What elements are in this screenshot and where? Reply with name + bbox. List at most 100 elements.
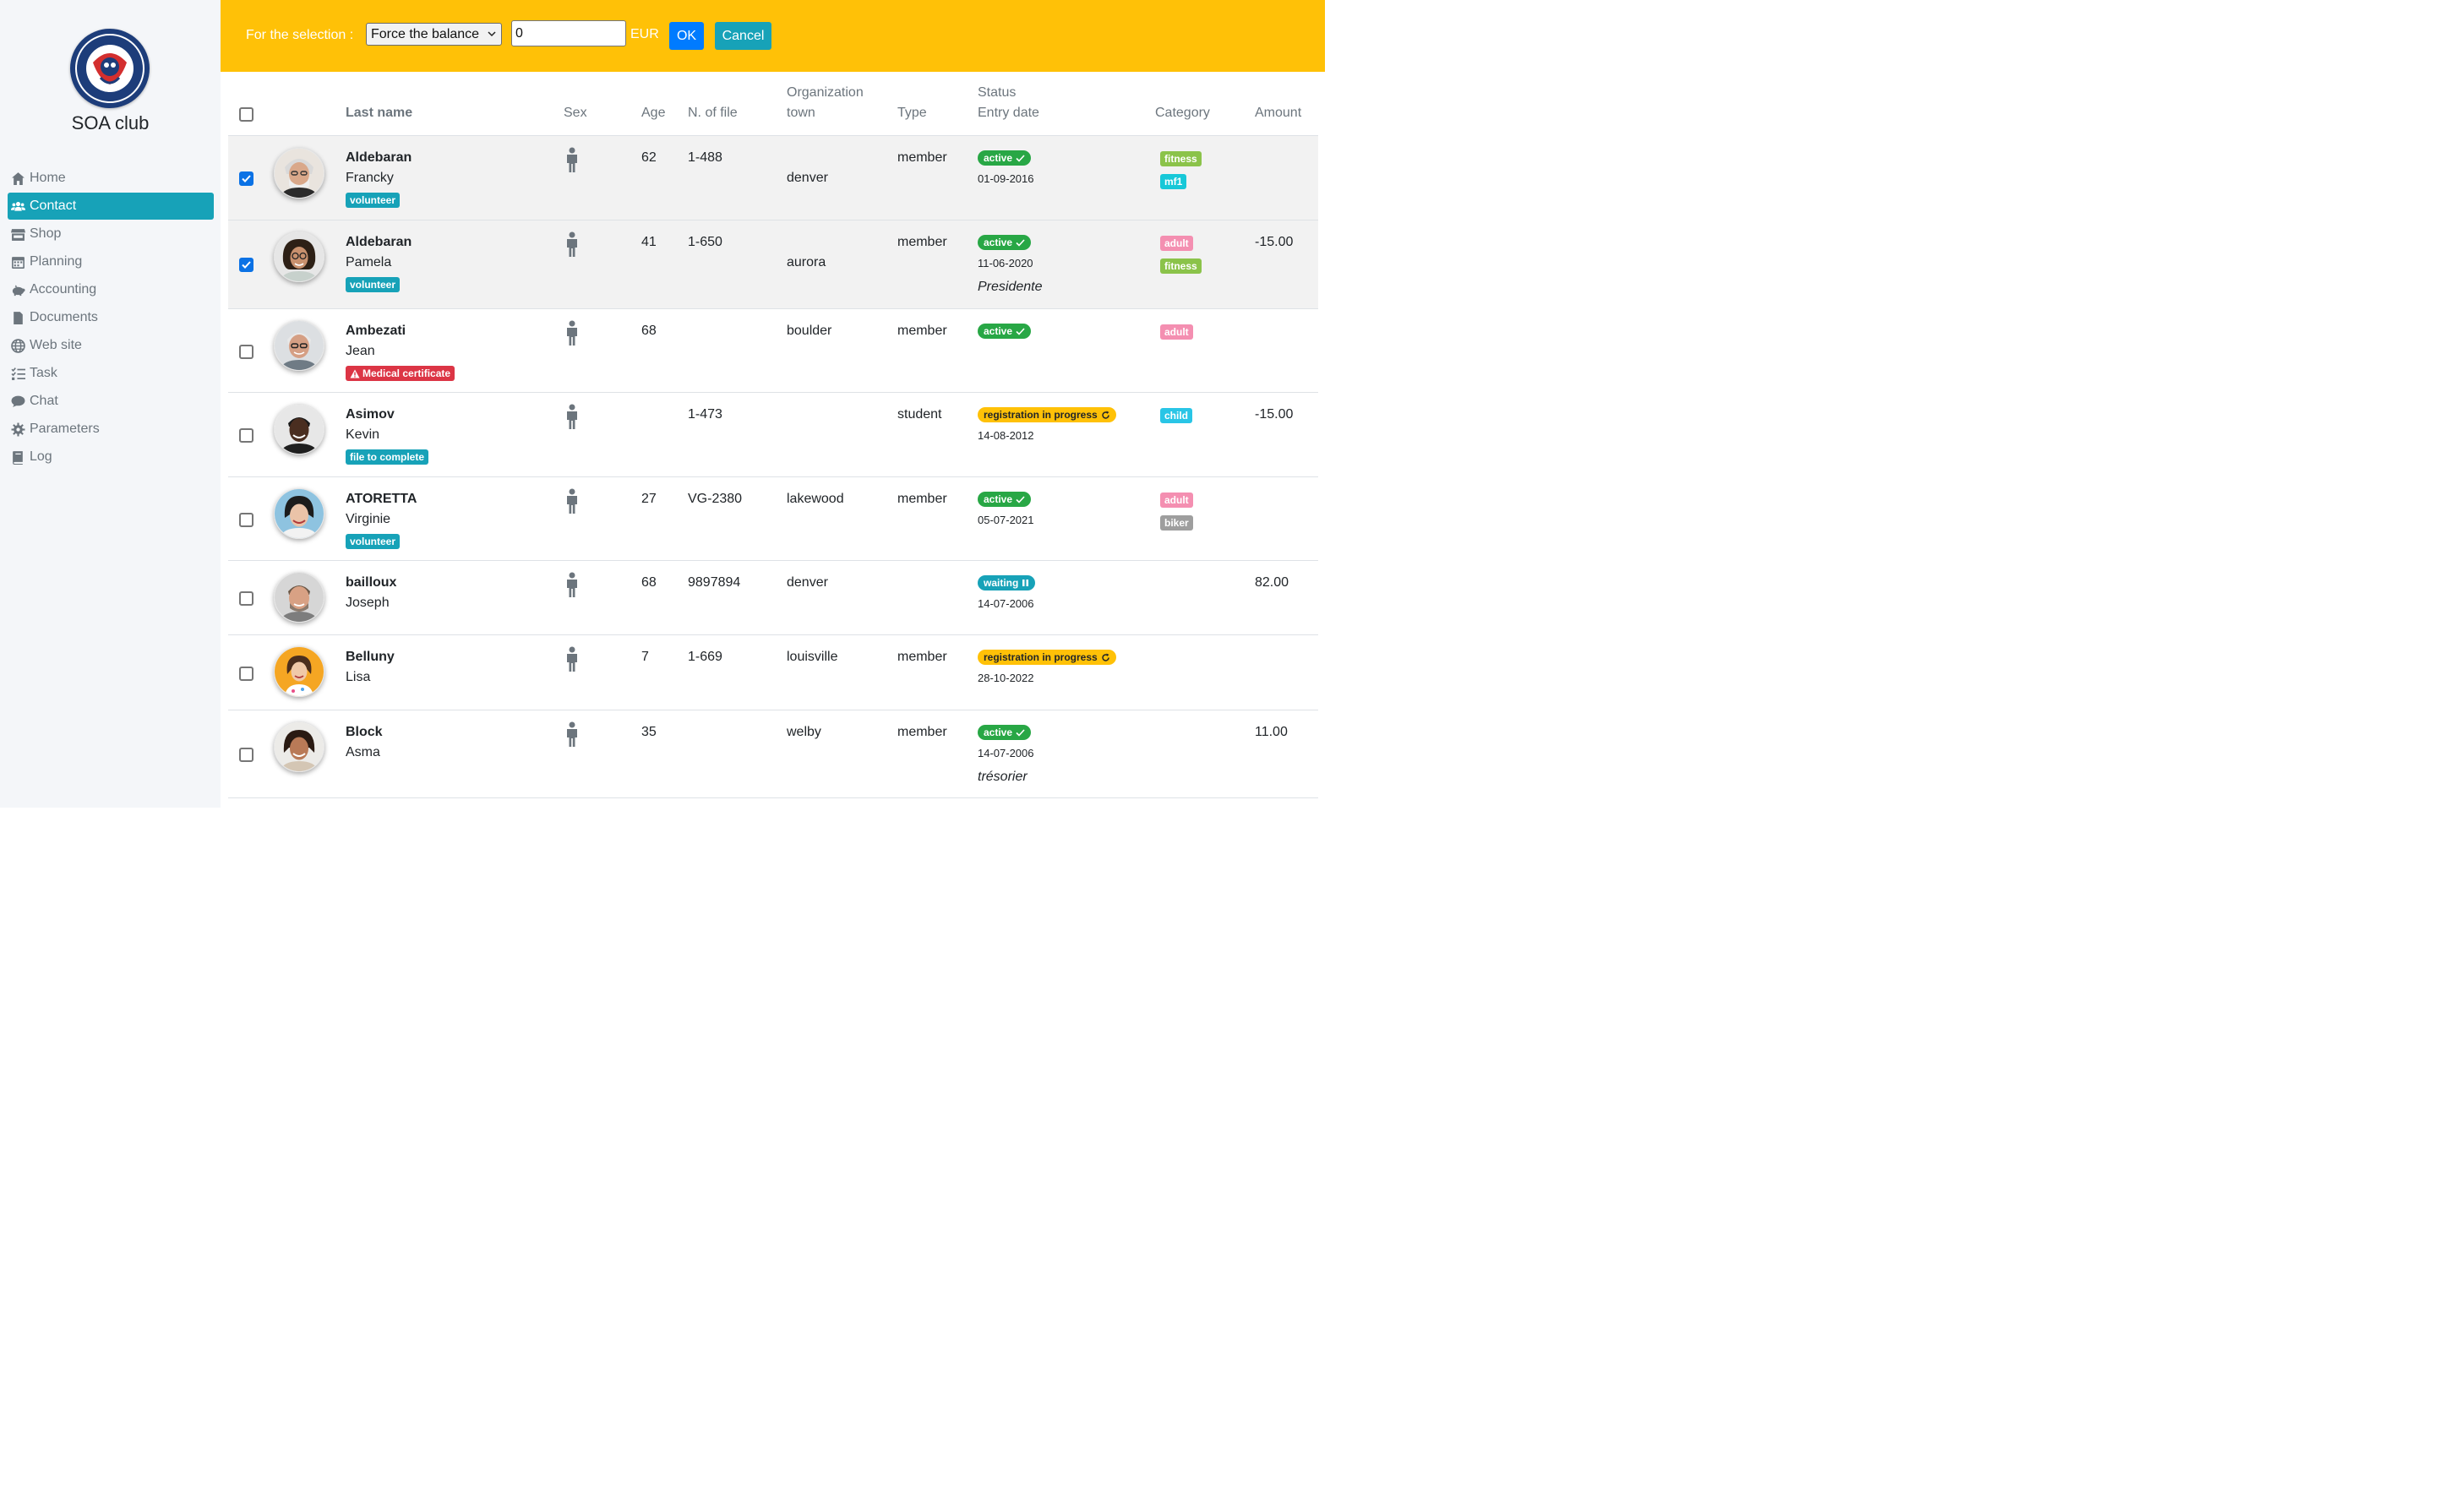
header-age[interactable]: Age <box>641 106 665 121</box>
sidebar-item-log[interactable]: Log <box>8 444 214 471</box>
avatar[interactable] <box>274 231 324 282</box>
male-person-icon <box>567 147 577 172</box>
sidebar-item-contact[interactable]: Contact <box>8 193 214 220</box>
female-person-icon <box>567 721 577 747</box>
avatar[interactable] <box>274 404 324 454</box>
club-logo[interactable] <box>70 29 150 108</box>
status-badge: active <box>978 150 1032 166</box>
sidebar-item-label: Web site <box>30 338 82 352</box>
table-row[interactable]: Ambezati Jean Medical certificate 68 bou… <box>228 309 1318 393</box>
row-checkbox[interactable] <box>239 345 253 359</box>
sidebar-item-label: Shop <box>30 226 62 241</box>
action-select[interactable]: Force the balance <box>366 23 502 46</box>
contacts-table: Last name Sex Age N. of file Organizatio… <box>228 72 1318 798</box>
last-name[interactable]: Ambezati <box>346 324 406 339</box>
status-label: waiting <box>984 577 1019 589</box>
avatar[interactable] <box>274 148 324 199</box>
warning-icon <box>350 369 360 378</box>
check-icon <box>1016 154 1025 162</box>
table-row[interactable]: bailloux Joseph 68 9897894 denver waitin… <box>228 561 1318 635</box>
tag-badge: volunteer <box>346 277 401 292</box>
row-checkbox[interactable] <box>239 513 253 527</box>
type: member <box>897 725 947 739</box>
first-name: Joseph <box>346 596 390 610</box>
table-row[interactable]: Aldebaran Francky volunteer 62 1-488 den… <box>228 136 1318 220</box>
first-name: Asma <box>346 745 380 759</box>
table-row[interactable]: Belluny Lisa 7 1-669 louisville member r… <box>228 635 1318 710</box>
sidebar-item-task[interactable]: Task <box>8 360 214 387</box>
category-badge: adult <box>1160 493 1193 508</box>
category-badge: child <box>1160 408 1193 423</box>
first-name: Kevin <box>346 427 380 442</box>
avatar[interactable] <box>274 320 324 371</box>
age: 27 <box>641 492 657 506</box>
table-row[interactable]: Block Asma 35 welby member active 14-07-… <box>228 710 1318 798</box>
status-label: registration in progress <box>984 651 1098 663</box>
status-badge: active <box>978 725 1032 740</box>
town: lakewood <box>787 492 844 506</box>
tag-badge: volunteer <box>346 534 401 549</box>
row-checkbox[interactable] <box>239 428 253 443</box>
table-row[interactable]: Asimov Kevin file to complete 1-473 stud… <box>228 393 1318 477</box>
last-name[interactable]: Aldebaran <box>346 235 412 250</box>
tag-badge: volunteer <box>346 193 401 208</box>
file-icon <box>11 311 30 325</box>
select-all-checkbox[interactable] <box>239 107 253 122</box>
town: boulder <box>787 324 832 338</box>
status-label: active <box>984 237 1013 248</box>
amount: 11.00 <box>1255 725 1288 739</box>
age: 7 <box>641 650 649 664</box>
header-last-name[interactable]: Last name <box>346 106 412 121</box>
sidebar-item-planning[interactable]: Planning <box>8 248 214 275</box>
last-name[interactable]: bailloux <box>346 575 396 590</box>
status-badge: active <box>978 324 1032 339</box>
header-status-line2: Entry date <box>978 106 1039 120</box>
sidebar-item-label: Task <box>30 366 57 380</box>
first-name: Jean <box>346 344 375 358</box>
sidebar-nav: Home Contact Shop Planning Accounting Do… <box>8 165 214 471</box>
header-status-line1: Status <box>978 85 1017 100</box>
sidebar-item-website[interactable]: Web site <box>8 332 214 359</box>
sidebar-item-parameters[interactable]: Parameters <box>8 416 214 443</box>
avatar[interactable] <box>274 572 324 623</box>
sidebar-item-home[interactable]: Home <box>8 165 214 192</box>
club-logo-icon <box>72 30 148 106</box>
category-badge: adult <box>1160 236 1193 251</box>
amount-input[interactable] <box>511 20 626 46</box>
header-category[interactable]: Category <box>1155 106 1210 121</box>
header-sex[interactable]: Sex <box>564 106 587 121</box>
sidebar-item-shop[interactable]: Shop <box>8 220 214 248</box>
row-checkbox[interactable] <box>239 667 253 681</box>
header-file-number[interactable]: N. of file <box>688 106 738 121</box>
last-name[interactable]: Block <box>346 725 383 740</box>
currency-label: EUR <box>630 27 659 41</box>
header-organization[interactable]: Organization town <box>787 83 864 123</box>
type: member <box>897 150 947 165</box>
sidebar-item-documents[interactable]: Documents <box>8 304 214 331</box>
last-name[interactable]: Asimov <box>346 407 395 422</box>
row-checkbox[interactable] <box>239 748 253 762</box>
sidebar-item-chat[interactable]: Chat <box>8 388 214 415</box>
header-status[interactable]: Status Entry date <box>978 83 1039 123</box>
avatar[interactable] <box>274 721 324 772</box>
sidebar-item-label: Documents <box>30 310 98 324</box>
last-name[interactable]: ATORETTA <box>346 492 417 507</box>
header-type[interactable]: Type <box>897 106 927 121</box>
sidebar-item-accounting[interactable]: Accounting <box>8 276 214 303</box>
table-row[interactable]: ATORETTA Virginie volunteer 27 VG-2380 l… <box>228 477 1318 561</box>
entry-date: 11-06-2020 <box>978 257 1033 269</box>
row-checkbox[interactable] <box>239 171 253 186</box>
cancel-button[interactable]: Cancel <box>715 22 771 50</box>
last-name[interactable]: Aldebaran <box>346 150 412 166</box>
row-checkbox[interactable] <box>239 258 253 272</box>
ok-button[interactable]: OK <box>669 22 704 50</box>
last-name[interactable]: Belluny <box>346 650 395 665</box>
avatar[interactable] <box>274 646 324 697</box>
row-checkbox[interactable] <box>239 591 253 606</box>
table-row[interactable]: Aldebaran Pamela volunteer 41 1-650 auro… <box>228 220 1318 309</box>
sidebar-item-label: Home <box>30 171 66 185</box>
header-amount[interactable]: Amount <box>1255 106 1301 121</box>
warning-badge: Medical certificate <box>346 366 455 381</box>
town: louisville <box>787 650 838 664</box>
avatar[interactable] <box>274 488 324 539</box>
